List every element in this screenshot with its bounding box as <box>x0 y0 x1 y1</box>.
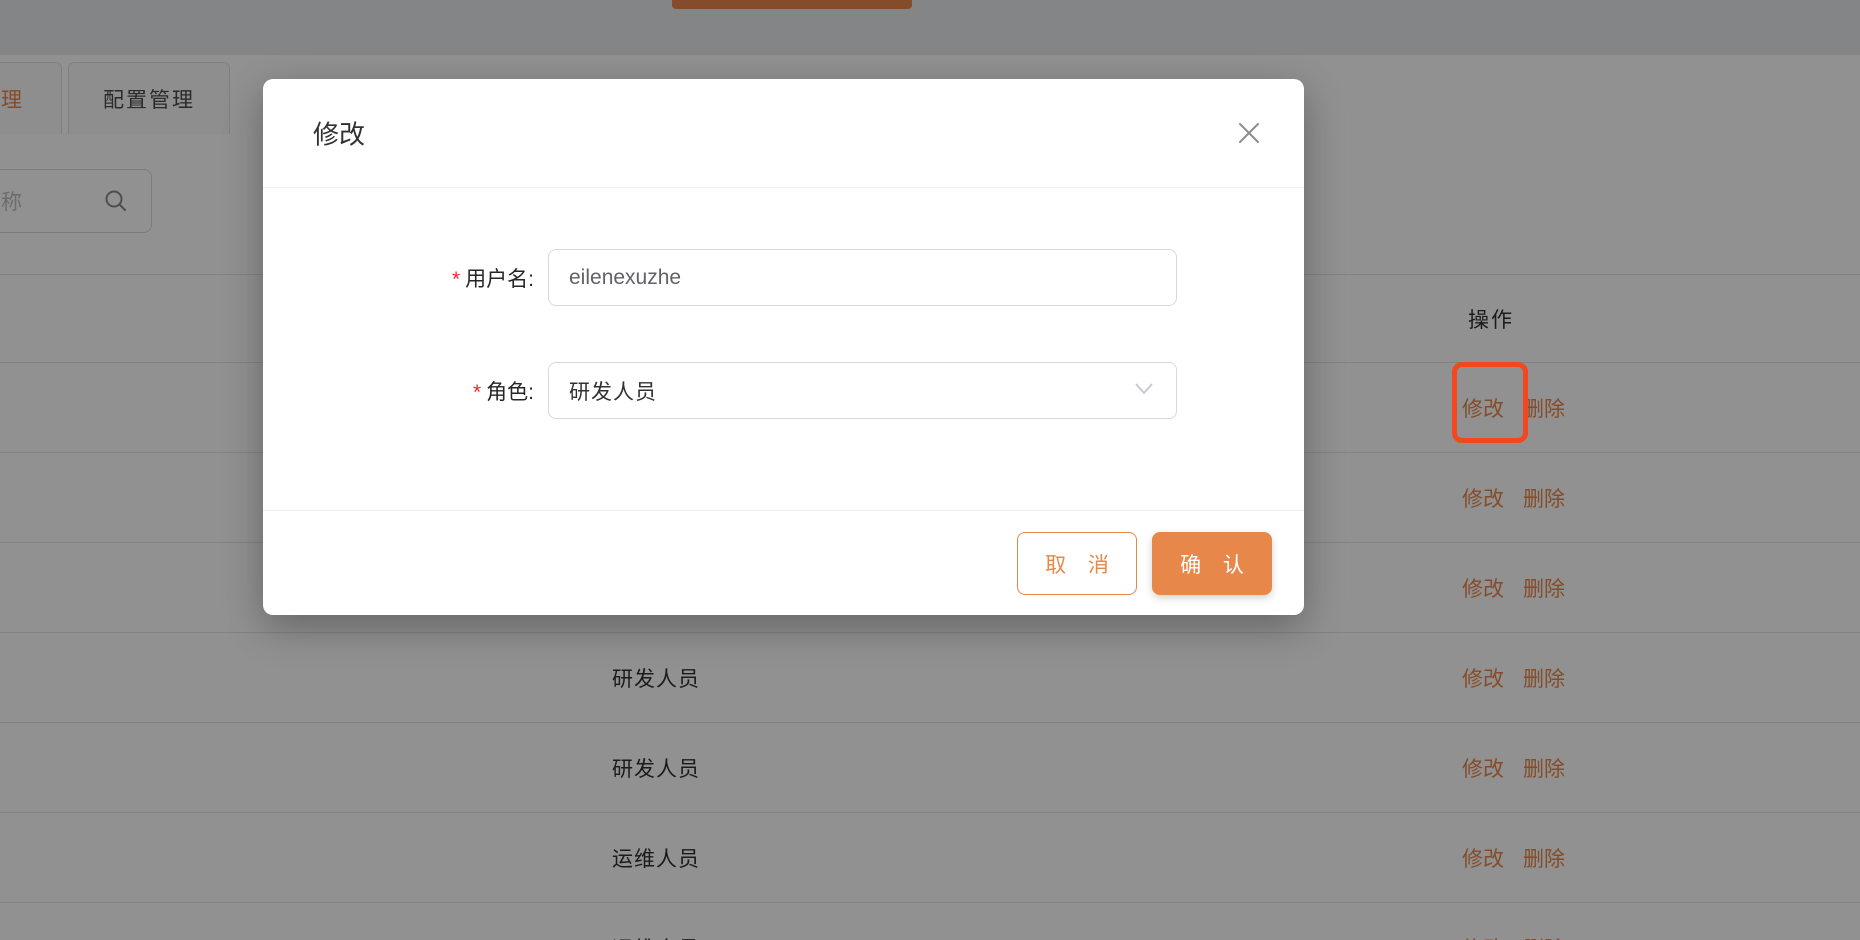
click-target-highlight <box>1452 362 1528 443</box>
username-input[interactable] <box>548 249 1177 306</box>
app-root: 理 配置管理 称 操作 修改 删除 修改 删除 <box>0 0 1860 940</box>
role-field-row: *角色: 研发人员 <box>263 362 1304 419</box>
close-button[interactable] <box>1232 117 1266 151</box>
username-label: *用户名: <box>263 263 534 293</box>
close-icon <box>1236 120 1262 149</box>
cancel-button[interactable]: 取 消 <box>1017 532 1137 595</box>
role-select[interactable]: 研发人员 <box>548 362 1177 419</box>
role-label: *角色: <box>263 376 534 406</box>
chevron-down-icon <box>1134 382 1154 400</box>
required-asterisk: * <box>473 381 481 404</box>
footer-divider <box>263 510 1304 511</box>
modal-header: 修改 <box>263 79 1304 188</box>
edit-modal: 修改 *用户名: *角色: 研发人员 <box>263 79 1304 615</box>
username-field-row: *用户名: <box>263 249 1304 306</box>
role-select-value: 研发人员 <box>569 376 657 406</box>
required-asterisk: * <box>452 268 460 291</box>
username-label-text: 用户名: <box>465 268 534 291</box>
confirm-button[interactable]: 确 认 <box>1152 532 1272 595</box>
modal-title: 修改 <box>313 115 365 152</box>
role-label-text: 角色: <box>486 381 534 404</box>
